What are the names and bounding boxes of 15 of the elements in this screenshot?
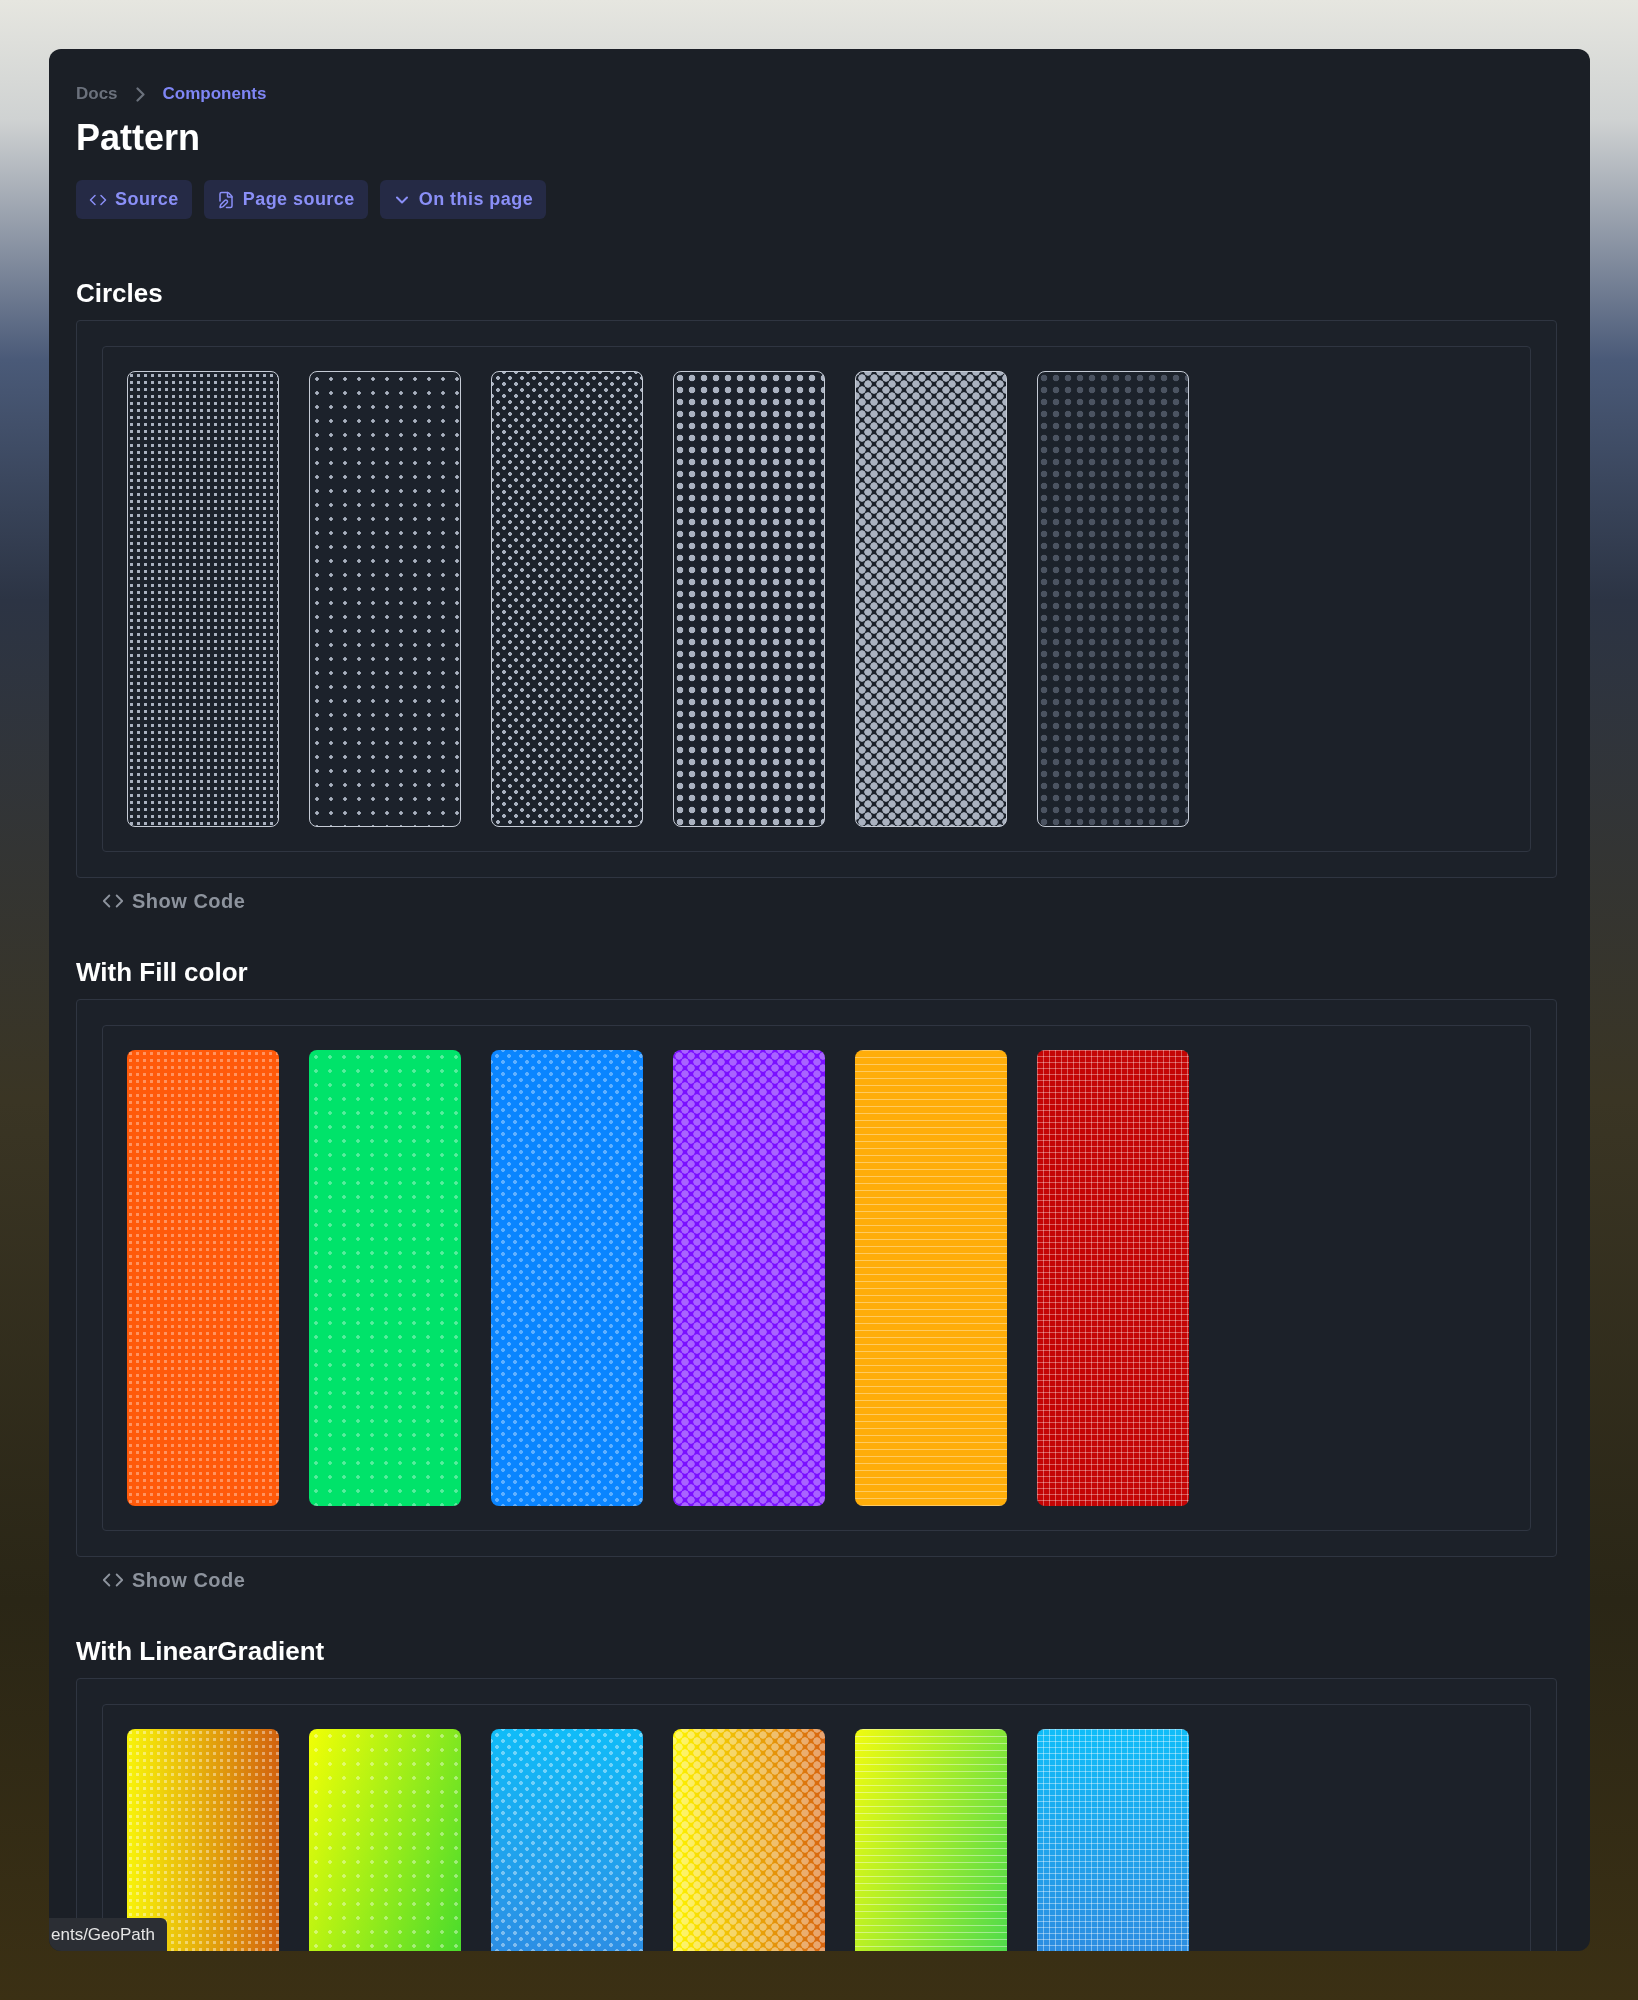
section-heading: With Fill color [76, 956, 249, 988]
show-code-button[interactable]: Show Code [102, 1565, 246, 1595]
breadcrumb-link[interactable]: Docs [76, 81, 118, 107]
action-button[interactable]: Page source [203, 180, 368, 219]
chevron-down-icon [395, 195, 408, 204]
action-button[interactable]: Source [76, 180, 192, 219]
section-heading: Circles [76, 277, 164, 309]
page-title: Pattern [76, 118, 202, 158]
file-edit-icon [216, 190, 235, 209]
breadcrumb-link[interactable]: Components [162, 81, 267, 107]
chevron-right-icon [135, 86, 145, 102]
status-url-tooltip: ents/GeoPath [49, 1917, 167, 1951]
action-button[interactable]: On this page [379, 180, 547, 219]
show-code-button[interactable]: Show Code [102, 886, 246, 916]
section-heading: With LinearGradient [76, 1635, 326, 1667]
